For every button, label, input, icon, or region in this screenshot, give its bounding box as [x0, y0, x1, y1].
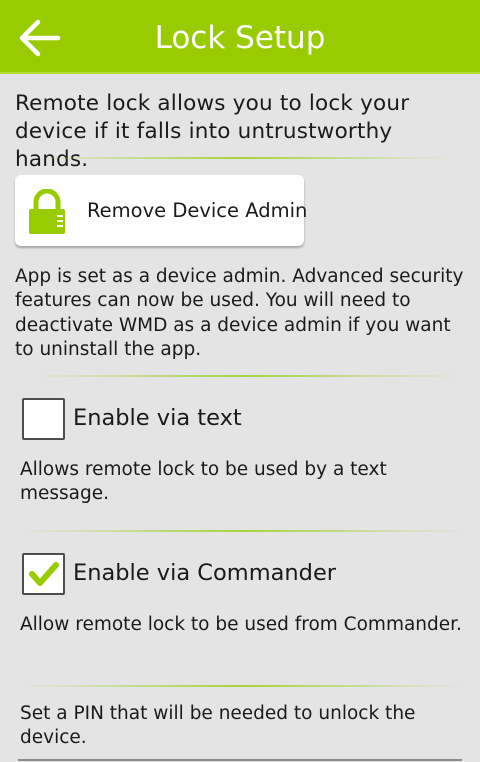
divider	[20, 530, 465, 532]
enable-via-text-option[interactable]: Enable via text	[22, 397, 442, 441]
lock-icon	[29, 189, 65, 234]
enable-via-text-label: Enable via text	[73, 405, 242, 431]
enable-via-commander-label: Enable via Commander	[73, 560, 337, 586]
admin-description: App is set as a device admin. Advanced s…	[15, 266, 464, 360]
app-header: Lock Setup	[0, 0, 480, 74]
remove-device-admin-button[interactable]: Remove Device Admin	[15, 175, 308, 246]
enable-via-commander-option[interactable]: Enable via Commander	[22, 552, 442, 596]
divider	[30, 375, 460, 377]
checkmark-icon	[29, 562, 59, 586]
pin-description: Set a PIN that will be needed to unlock …	[20, 703, 416, 749]
pin-input-underline[interactable]	[18, 759, 462, 761]
enable-via-text-description: Allows remote lock to be used by a text …	[20, 459, 387, 505]
enable-via-text-checkbox[interactable]	[22, 398, 65, 440]
page-title: Lock Setup	[154, 20, 326, 56]
remove-device-admin-label: Remove Device Admin	[87, 199, 308, 222]
enable-via-commander-description: Allow remote lock to be used from Comman…	[20, 614, 462, 635]
intro-text: Remote lock allows you to lock your devi…	[15, 91, 410, 172]
divider	[30, 157, 450, 159]
enable-via-commander-checkbox[interactable]	[22, 553, 65, 595]
divider	[20, 685, 465, 687]
